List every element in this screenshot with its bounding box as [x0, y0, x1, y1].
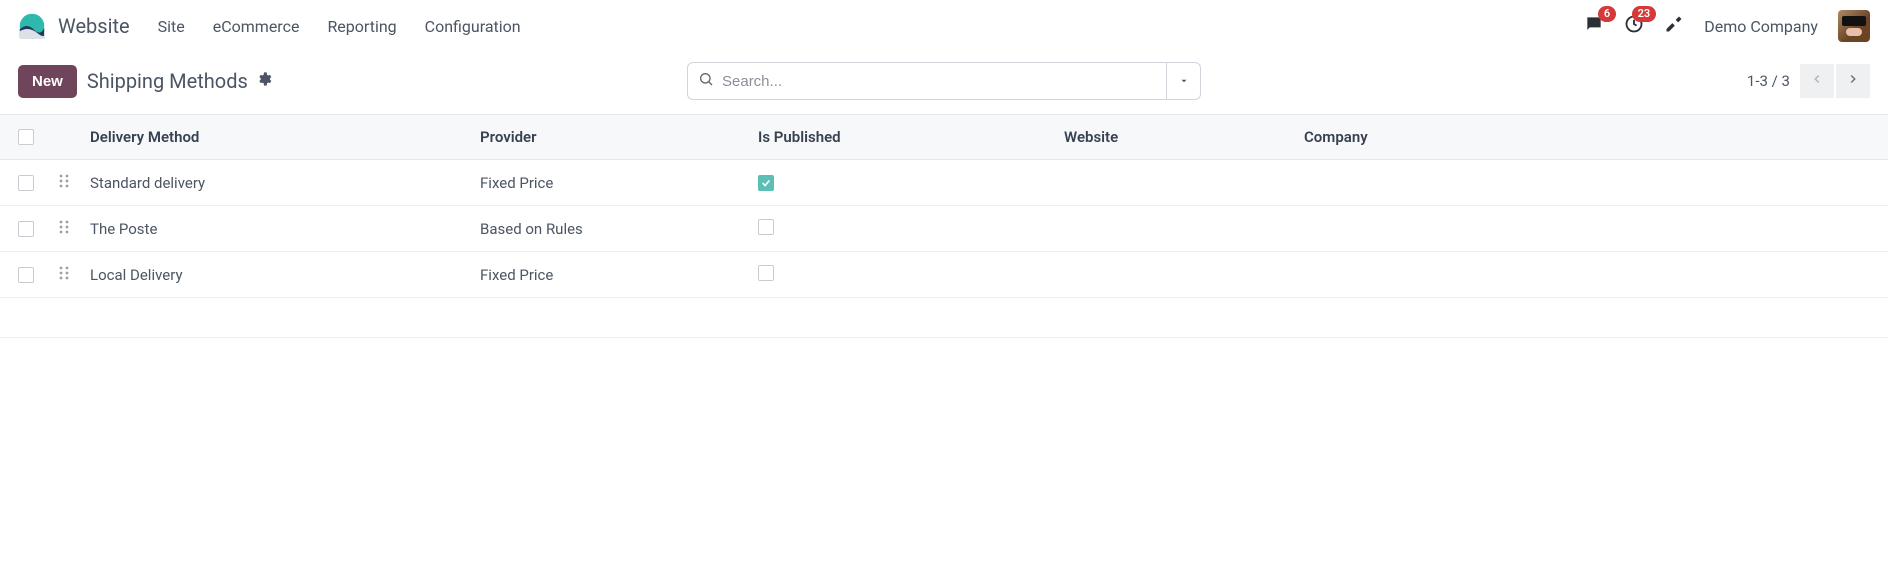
col-header-provider[interactable]: Provider	[480, 128, 758, 146]
drag-handle-icon[interactable]	[58, 173, 70, 189]
chevron-left-icon	[1810, 72, 1824, 90]
search-dropdown-button[interactable]	[1167, 62, 1201, 100]
top-nav: Website Site eCommerce Reporting Configu…	[0, 0, 1888, 52]
cell-provider: Fixed Price	[480, 174, 758, 192]
pager-prev-button[interactable]	[1800, 64, 1834, 98]
activities-button[interactable]: 23	[1624, 14, 1644, 38]
wrench-icon	[1664, 20, 1684, 38]
app-logo[interactable]	[18, 12, 46, 40]
cell-delivery-method: The Poste	[90, 220, 480, 238]
table-row[interactable]: Local DeliveryFixed Price	[0, 252, 1888, 298]
col-header-is-published[interactable]: Is Published	[758, 128, 1064, 146]
table-footer-blank	[0, 298, 1888, 338]
messages-badge: 6	[1598, 6, 1616, 22]
cell-is-published-checkbox[interactable]	[758, 175, 774, 191]
row-select-checkbox[interactable]	[18, 175, 34, 191]
select-all-checkbox[interactable]	[18, 129, 34, 145]
nav-menu: Site eCommerce Reporting Configuration	[158, 17, 521, 36]
top-nav-right: 6 23 Demo Company	[1584, 10, 1870, 42]
view-settings-button[interactable]	[256, 71, 272, 91]
nav-ecommerce[interactable]: eCommerce	[213, 17, 300, 36]
row-select-checkbox[interactable]	[18, 267, 34, 283]
drag-handle-icon[interactable]	[58, 265, 70, 281]
messages-button[interactable]: 6	[1584, 14, 1604, 38]
col-header-website[interactable]: Website	[1064, 128, 1304, 146]
chevron-right-icon	[1846, 72, 1860, 90]
nav-reporting[interactable]: Reporting	[327, 17, 396, 36]
cell-provider: Fixed Price	[480, 266, 758, 284]
table-body: Standard deliveryFixed PriceThe PosteBas…	[0, 160, 1888, 298]
user-avatar[interactable]	[1838, 10, 1870, 42]
company-switcher[interactable]: Demo Company	[1704, 17, 1818, 36]
drag-handle-icon[interactable]	[58, 219, 70, 235]
nav-site[interactable]: Site	[158, 17, 185, 36]
breadcrumb-title: Shipping Methods	[87, 69, 248, 93]
row-select-checkbox[interactable]	[18, 221, 34, 237]
cell-delivery-method: Standard delivery	[90, 174, 480, 192]
table-row[interactable]: The PosteBased on Rules	[0, 206, 1888, 252]
gear-icon	[256, 71, 272, 91]
pager-text: 1-3 / 3	[1747, 72, 1790, 90]
table-row[interactable]: Standard deliveryFixed Price	[0, 160, 1888, 206]
app-name[interactable]: Website	[58, 14, 130, 38]
control-bar: New Shipping Methods 1-3 / 3	[0, 52, 1888, 114]
cell-delivery-method: Local Delivery	[90, 266, 480, 284]
pager: 1-3 / 3	[1747, 64, 1870, 98]
caret-down-icon	[1179, 72, 1189, 90]
search-icon	[698, 71, 714, 91]
activities-badge: 23	[1632, 6, 1657, 22]
search-box[interactable]	[687, 62, 1167, 100]
search-input[interactable]	[722, 73, 1156, 90]
search-wrap	[687, 62, 1201, 100]
col-header-delivery-method[interactable]: Delivery Method	[90, 128, 480, 146]
col-header-company[interactable]: Company	[1304, 128, 1888, 146]
debug-button[interactable]	[1664, 14, 1684, 38]
cell-provider: Based on Rules	[480, 220, 758, 238]
nav-configuration[interactable]: Configuration	[425, 17, 521, 36]
new-button[interactable]: New	[18, 65, 77, 98]
table-header: Delivery Method Provider Is Published We…	[0, 114, 1888, 160]
cell-is-published-checkbox[interactable]	[758, 265, 774, 281]
pager-next-button[interactable]	[1836, 64, 1870, 98]
cell-is-published-checkbox[interactable]	[758, 219, 774, 235]
